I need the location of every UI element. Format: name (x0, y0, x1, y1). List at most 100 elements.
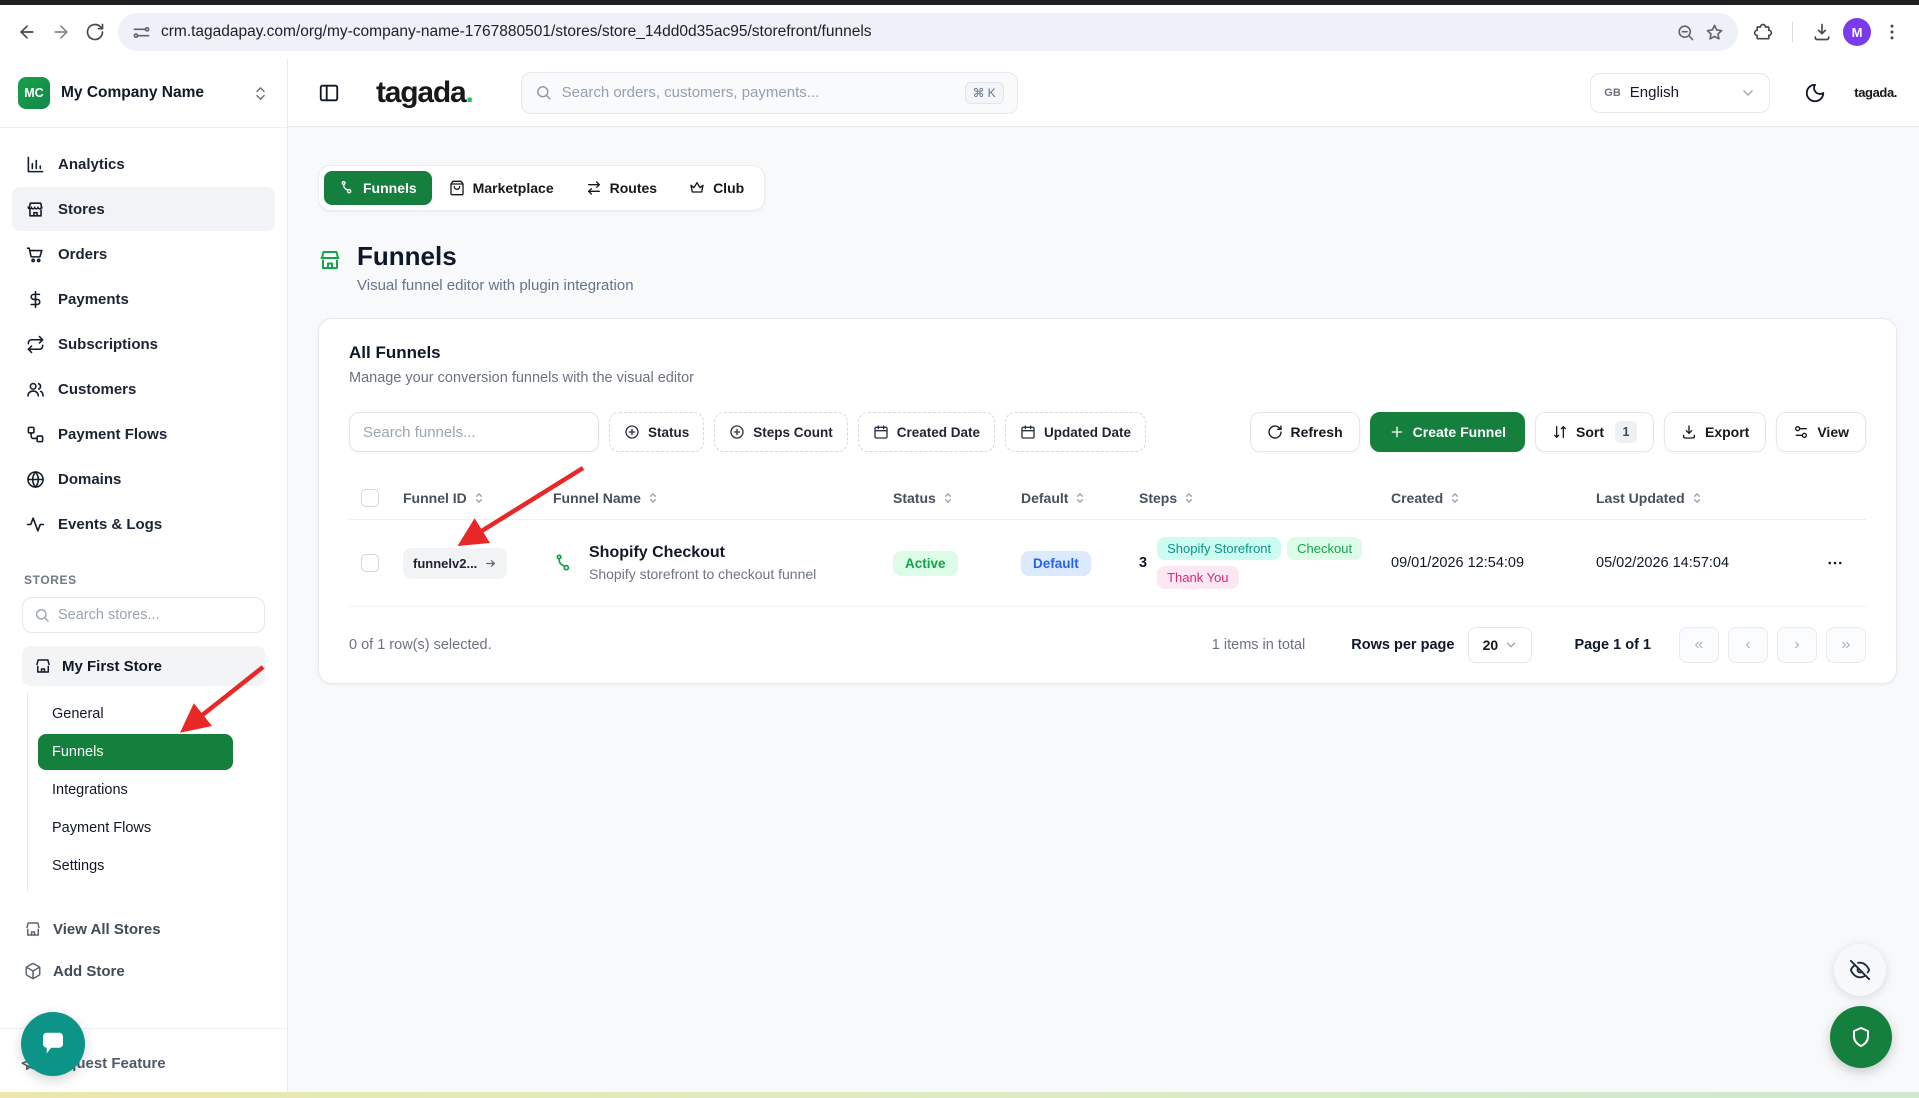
tagada-mini-logo: tagada. (1854, 85, 1897, 100)
filter-created-date-button[interactable]: Created Date (858, 412, 995, 452)
sort-label: Sort (1576, 424, 1604, 440)
site-info-icon (132, 23, 151, 42)
table-row[interactable]: funnelv2... Shopify Checkout Shopify sto… (349, 520, 1866, 607)
funnel-id-pill[interactable]: funnelv2... (403, 548, 507, 579)
step-badge-shopify-storefront: Shopify Storefront (1157, 537, 1281, 560)
toolbar-divider (1792, 22, 1793, 42)
dark-mode-moon-icon[interactable] (1804, 82, 1826, 104)
chevrons-up-down-icon (252, 85, 269, 102)
downloads-button[interactable] (1805, 15, 1839, 49)
zoom-icon (1676, 23, 1695, 42)
flow-icon (26, 425, 45, 444)
select-all-checkbox[interactable] (361, 489, 379, 507)
chat-widget-button[interactable] (21, 1012, 85, 1076)
store-subnav-general[interactable]: General (38, 696, 233, 732)
language-name: English (1630, 84, 1732, 101)
rows-per-page-value: 20 (1483, 637, 1499, 653)
sidebar-item-orders[interactable]: Orders (12, 232, 275, 276)
tab-funnels[interactable]: Funnels (324, 171, 432, 205)
funnel-name-cell[interactable]: Shopify Checkout Shopify storefront to c… (541, 544, 881, 582)
view-button[interactable]: View (1776, 412, 1866, 452)
prev-page-button[interactable]: ‹ (1728, 627, 1768, 663)
bookmark-star-icon (1705, 23, 1724, 42)
column-created[interactable]: Created (1379, 490, 1584, 506)
cart-icon (26, 245, 45, 264)
funnel-search[interactable] (349, 412, 599, 452)
browser-menu-button[interactable] (1875, 15, 1909, 49)
store-search[interactable] (22, 597, 265, 633)
search-shortcut-badge: ⌘K (965, 82, 1004, 104)
global-search[interactable]: ⌘K (521, 72, 1018, 114)
column-funnel-name[interactable]: Funnel Name (541, 490, 881, 506)
column-steps[interactable]: Steps (1127, 490, 1379, 506)
security-widget-button[interactable] (1830, 1006, 1892, 1068)
sidebar-item-domains[interactable]: Domains (12, 457, 275, 501)
filter-label: Created Date (897, 425, 980, 440)
card-subtitle: Manage your conversion funnels with the … (349, 370, 1866, 386)
column-status[interactable]: Status (881, 490, 1009, 506)
tab-marketplace[interactable]: Marketplace (434, 171, 569, 205)
funnel-description: Shopify storefront to checkout funnel (589, 566, 816, 582)
add-store-link[interactable]: Add Store (24, 950, 263, 992)
filter-updated-date-button[interactable]: Updated Date (1005, 412, 1146, 452)
store-subnav-integrations[interactable]: Integrations (38, 772, 233, 808)
url-bar[interactable]: crm.tagadapay.com/org/my-company-name-17… (118, 13, 1738, 51)
eye-off-icon (1849, 959, 1871, 981)
export-button[interactable]: Export (1664, 412, 1766, 452)
sidebar-item-subscriptions[interactable]: Subscriptions (12, 322, 275, 366)
created-date: 09/01/2026 12:54:09 (1379, 555, 1584, 571)
next-page-button[interactable]: › (1777, 627, 1817, 663)
sidebar-item-events-logs[interactable]: Events & Logs (12, 502, 275, 546)
refresh-icon (1267, 424, 1283, 440)
step-badge-checkout: Checkout (1287, 537, 1362, 560)
view-all-stores-link[interactable]: View All Stores (24, 908, 263, 950)
filter-status-button[interactable]: Status (609, 412, 704, 452)
back-button[interactable] (10, 15, 44, 49)
sidebar-item-payments[interactable]: Payments (12, 277, 275, 321)
page-header: Funnels Visual funnel editor with plugin… (318, 241, 1895, 294)
store-subnav-funnels[interactable]: Funnels (38, 734, 233, 770)
sidebar-item-stores[interactable]: Stores (12, 187, 275, 231)
refresh-label: Refresh (1291, 424, 1343, 440)
extensions-button[interactable] (1746, 15, 1780, 49)
arrow-right-icon (484, 557, 497, 570)
store-subnav-payment-flows[interactable]: Payment Flows (38, 810, 233, 846)
rows-per-page-select[interactable]: 20 (1468, 627, 1532, 663)
filter-steps-count-button[interactable]: Steps Count (714, 412, 848, 452)
global-search-input[interactable] (562, 84, 955, 101)
hide-widget-button[interactable] (1834, 944, 1886, 996)
org-switcher[interactable]: MC My Company Name (0, 59, 287, 128)
tagada-logo: tagada. (376, 76, 473, 110)
chat-bubble-icon (38, 1029, 68, 1059)
status-badge: Active (893, 551, 958, 576)
store-item-my-first-store[interactable]: My First Store (22, 646, 265, 686)
last-page-button[interactable]: » (1826, 627, 1866, 663)
create-funnel-button[interactable]: Create Funnel (1370, 412, 1525, 452)
sidebar-item-analytics[interactable]: Analytics (12, 142, 275, 186)
store-subnav-settings[interactable]: Settings (38, 848, 233, 884)
store-search-input[interactable] (58, 607, 253, 623)
content: Funnels Marketplace Routes Club (288, 127, 1919, 684)
tab-routes[interactable]: Routes (571, 171, 672, 205)
sidebar-item-customers[interactable]: Customers (12, 367, 275, 411)
refresh-button[interactable]: Refresh (1250, 412, 1360, 452)
reload-icon (85, 22, 105, 42)
sidebar-item-payment-flows[interactable]: Payment Flows (12, 412, 275, 456)
view-settings-icon (1793, 424, 1809, 440)
column-default[interactable]: Default (1009, 490, 1127, 506)
browser-profile-avatar[interactable]: M (1843, 18, 1871, 46)
row-actions-button[interactable] (1804, 554, 1866, 572)
first-page-button[interactable]: « (1679, 627, 1719, 663)
table-footer: 0 of 1 row(s) selected. 1 items in total… (349, 627, 1866, 663)
funnel-search-input[interactable] (363, 424, 585, 441)
sort-arrows-icon (1552, 424, 1568, 440)
forward-button[interactable] (44, 15, 78, 49)
sidebar-toggle-icon[interactable] (318, 82, 340, 104)
sort-button[interactable]: Sort 1 (1535, 412, 1654, 452)
row-checkbox[interactable] (361, 554, 379, 572)
reload-button[interactable] (78, 15, 112, 49)
column-funnel-id[interactable]: Funnel ID (391, 490, 541, 506)
column-last-updated[interactable]: Last Updated (1584, 490, 1804, 506)
language-selector[interactable]: GB English (1590, 73, 1770, 113)
tab-club[interactable]: Club (674, 171, 759, 205)
